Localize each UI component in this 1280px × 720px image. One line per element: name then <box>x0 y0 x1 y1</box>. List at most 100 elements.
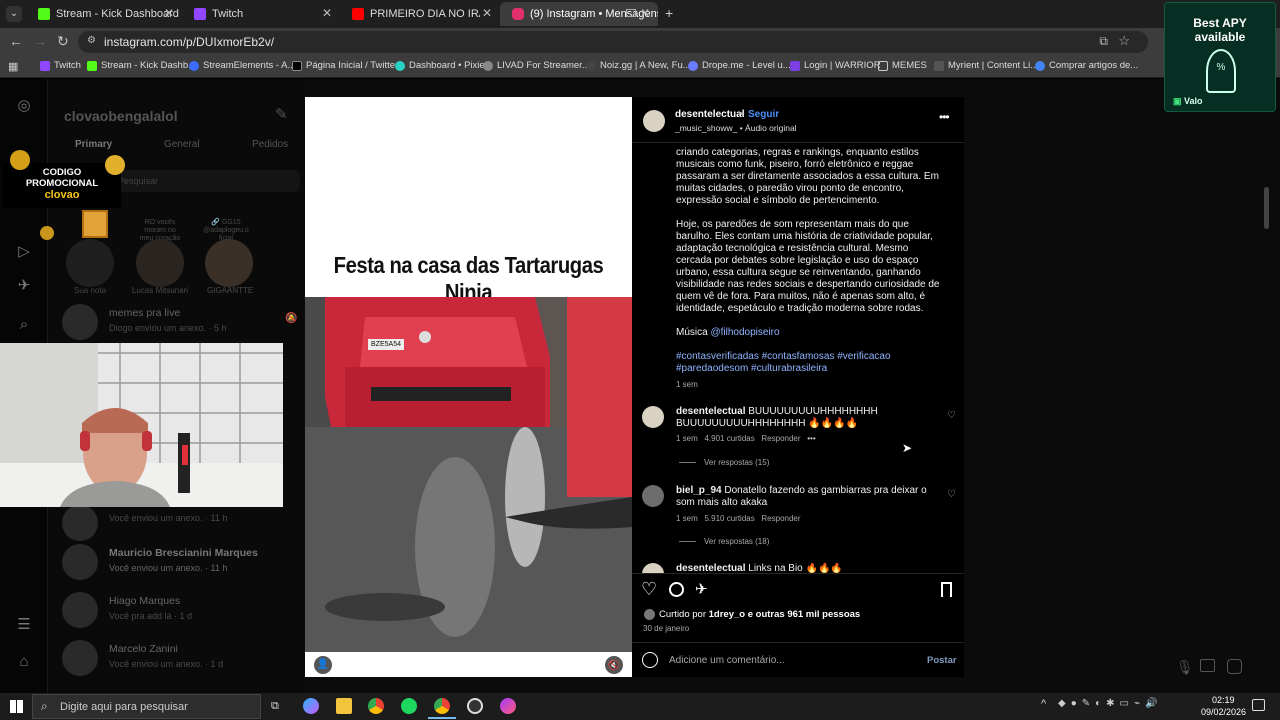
post-comment-button[interactable]: Postar <box>927 655 957 666</box>
close-icon[interactable]: ✕ <box>164 6 174 20</box>
post-author[interactable]: desentelectual <box>675 109 744 120</box>
tab-youtube[interactable]: PRIMEIRO DIA NO IRÃ!! (comid ✕ <box>340 2 500 26</box>
comment-likes[interactable]: 5.910 curtidas <box>704 514 754 523</box>
avatar[interactable] <box>642 485 664 507</box>
comment-icon[interactable] <box>669 582 684 597</box>
clock-time[interactable]: 02:19 <box>1212 695 1235 705</box>
reply-button[interactable]: Responder <box>761 514 800 523</box>
bookmark-livad[interactable]: LIVAD For Streamer... <box>483 60 590 71</box>
page-scrollbar[interactable] <box>1264 187 1269 229</box>
avatar[interactable] <box>643 110 665 132</box>
bookmark-pixie[interactable]: Dashboard • Pixie <box>395 60 485 71</box>
emoji-icon[interactable] <box>642 652 658 668</box>
tagged-user-icon[interactable]: 👤 <box>314 656 332 674</box>
image-icon[interactable] <box>1200 659 1215 672</box>
bookmark-google-shopping[interactable]: Comprar artigos de... <box>1035 60 1138 71</box>
comment-likes[interactable]: 4.901 curtidas <box>704 434 754 443</box>
thread-row[interactable]: memes pra live Diogo enviou um anexo. · … <box>62 302 292 346</box>
comment-like-icon[interactable]: ♡ <box>947 410 956 421</box>
reply-button[interactable]: Responder <box>761 434 800 443</box>
reels-icon[interactable]: ▷ <box>15 242 33 260</box>
back-icon[interactable]: ← <box>9 33 23 49</box>
tray-icons[interactable]: ◆●✎◐✱▭⌁🔊 <box>1058 698 1162 709</box>
install-app-icon[interactable]: ⧉ <box>1099 34 1108 49</box>
view-replies[interactable]: Ver respostas (18) <box>679 537 769 546</box>
mute-audio-icon[interactable]: 🔇 <box>605 656 623 674</box>
windows-start-icon[interactable] <box>10 700 23 713</box>
tab-instagram[interactable]: (9) Instagram • Mensagens ✕ <box>500 2 658 26</box>
clock-date[interactable]: 09/02/2026 <box>1201 707 1246 717</box>
tab-requests[interactable]: Pedidos <box>252 139 288 150</box>
site-info-icon[interactable]: ⚙ <box>87 35 96 46</box>
comment-author[interactable]: desentelectual <box>676 563 745 573</box>
avatar[interactable] <box>205 239 253 287</box>
comment-input[interactable]: Adicione um comentário... <box>669 655 785 666</box>
bookmark-myrient[interactable]: Myrient | Content Li... <box>934 60 1038 71</box>
taskbar-search-input[interactable]: ⌕ Digite aqui para pesquisar <box>32 694 261 719</box>
save-icon[interactable] <box>941 582 952 597</box>
thread-row[interactable]: Hiago Marques Você pra add lá · 1 d <box>62 590 292 634</box>
thread-row[interactable]: Marcelo Zanini Você enviou um anexo. · 1… <box>62 638 292 682</box>
messenger-icon[interactable] <box>500 698 516 714</box>
view-replies[interactable]: Ver respostas (15) <box>679 458 769 467</box>
task-view-icon[interactable]: ⧉ <box>271 700 279 713</box>
menu-icon[interactable]: ☰ <box>15 615 33 633</box>
thread-row[interactable]: Você enviou um anexo. · 11 h <box>62 503 292 547</box>
bookmark-folder-memes[interactable]: MEMES <box>878 60 927 71</box>
new-tab-button[interactable]: + <box>665 5 673 21</box>
address-bar[interactable]: ⚙ instagram.com/p/DUIxmorEb2v/ ⧉ ☆ <box>78 31 1148 53</box>
search-icon[interactable]: ⌕ <box>15 316 33 334</box>
comment-more-icon[interactable]: ••• <box>807 434 815 443</box>
comment-like-icon[interactable]: ♡ <box>947 489 956 500</box>
close-icon[interactable]: ✕ <box>322 6 332 20</box>
notifications-icon[interactable] <box>1252 699 1265 711</box>
bookmark-twitter[interactable]: Página Inicial / Twitter <box>292 60 398 71</box>
tab-twitch[interactable]: Twitch ✕ <box>182 2 340 26</box>
avatar[interactable] <box>136 239 184 287</box>
mic-icon[interactable]: 🎙 <box>1176 659 1194 676</box>
tab-primary[interactable]: Primary <box>75 139 112 150</box>
bookmark-twitch[interactable]: Twitch <box>40 60 81 71</box>
more-options-icon[interactable]: ••• <box>939 110 950 124</box>
compose-icon[interactable]: ✎ <box>275 105 288 123</box>
meta-icon[interactable]: ⌂ <box>15 653 33 671</box>
sticker-icon[interactable] <box>1227 659 1242 674</box>
comment-author[interactable]: desentelectual <box>676 406 745 417</box>
tray-chevron-icon[interactable]: ^ <box>1041 698 1046 710</box>
reel-video[interactable]: BZE5A54 <box>305 297 632 652</box>
tab-general[interactable]: General <box>164 139 200 150</box>
bookmark-noiz[interactable]: Noiz.gg | A New, Fu... <box>586 60 691 71</box>
apps-grid-icon[interactable]: ▦ <box>8 60 18 73</box>
avatar[interactable] <box>66 239 114 287</box>
bookmark-streamelements[interactable]: StreamElements - A... <box>189 60 295 71</box>
comment-author[interactable]: biel_p_94 <box>676 485 722 496</box>
messages-icon[interactable]: ✈ <box>15 276 33 294</box>
share-icon[interactable]: ✈ <box>695 580 708 598</box>
bookmark-kick[interactable]: Stream - Kick Dashb... <box>87 60 196 71</box>
audio-info[interactable]: _music_showw_ • Áudio original <box>675 123 797 133</box>
avatar[interactable] <box>642 563 664 573</box>
account-name[interactable]: clovaobengalalol <box>64 108 178 124</box>
tab-kick-dashboard[interactable]: Stream - Kick Dashboard ✕ <box>26 2 182 26</box>
instagram-logo-icon[interactable]: ◎ <box>15 96 33 114</box>
bookmark-warrior[interactable]: Login | WARRIOR <box>790 60 881 71</box>
bookmark-star-icon[interactable]: ☆ <box>1118 33 1130 49</box>
close-icon[interactable]: ✕ <box>482 6 492 20</box>
spotify-icon[interactable] <box>401 698 417 714</box>
hashtags[interactable]: #contasverificadas #contasfamosas #verif… <box>676 351 946 375</box>
avatar[interactable] <box>642 406 664 428</box>
music-link[interactable]: @filhodopiseiro <box>710 327 779 338</box>
copilot-icon[interactable] <box>303 698 319 714</box>
follow-button[interactable]: Seguir <box>748 109 779 120</box>
close-icon[interactable]: ✕ <box>640 6 650 20</box>
file-explorer-icon[interactable] <box>336 698 352 714</box>
thread-row[interactable]: Mauricio Brescianini Marques Você enviou… <box>62 542 292 586</box>
obs-icon[interactable] <box>467 698 483 714</box>
chrome-active-icon[interactable] <box>434 698 450 714</box>
chrome-icon[interactable] <box>368 698 384 714</box>
tab-list-button[interactable]: ⌄ <box>6 6 22 22</box>
forward-icon[interactable]: → <box>33 33 47 49</box>
like-icon[interactable]: ♡ <box>641 579 657 600</box>
bookmark-drope[interactable]: Drope.me - Level u... <box>688 60 791 71</box>
liked-by-user[interactable]: 1drey_o <box>709 609 745 620</box>
